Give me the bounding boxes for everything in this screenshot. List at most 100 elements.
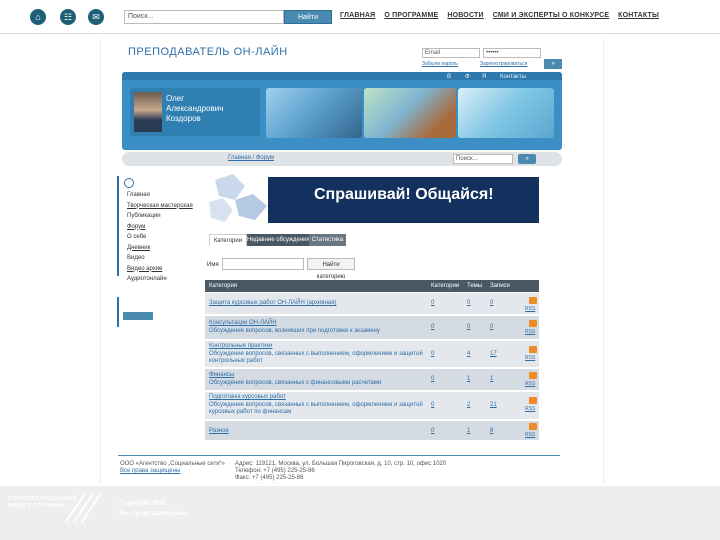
row-title[interactable]: Подготовка курсовых работ bbox=[209, 394, 286, 400]
header-topics: Темы bbox=[467, 283, 483, 289]
copyright-line-2: Все права защищены bbox=[119, 509, 187, 517]
row-title[interactable]: Разное bbox=[209, 428, 229, 434]
mail-icon[interactable]: ✉ bbox=[88, 9, 104, 25]
sidebar-item-video-archive[interactable]: Видео архив bbox=[127, 264, 193, 275]
footer-divider bbox=[118, 455, 560, 456]
login-password-field[interactable]: •••••• bbox=[483, 48, 541, 58]
row-topics[interactable]: 0 bbox=[467, 300, 470, 306]
login-button[interactable]: » bbox=[544, 59, 562, 69]
rss-link[interactable]: RSS bbox=[525, 306, 535, 312]
nav-media[interactable]: СМИ И ЭКСПЕРТЫ О КОНКУРСЕ bbox=[493, 12, 610, 19]
sitemap-icon[interactable]: ☷ bbox=[60, 9, 76, 25]
row-posts[interactable]: 17 bbox=[490, 351, 497, 357]
top-bar: ⌂ ☷ ✉ Поиск... Найти ГЛАВНАЯ О ПРОГРАММЕ… bbox=[0, 0, 720, 34]
avatar bbox=[134, 92, 162, 132]
rss-link[interactable]: RSS bbox=[525, 329, 535, 335]
category-search-input[interactable] bbox=[222, 258, 304, 270]
sidebar-item-video[interactable]: Видео bbox=[127, 253, 193, 264]
site-search-button[interactable]: » bbox=[518, 154, 536, 164]
row-posts[interactable]: 0 bbox=[490, 300, 493, 306]
footer-right: Адрес: 119121, Москва, ул. Большая Пирог… bbox=[235, 461, 446, 482]
rss-link[interactable]: RSS bbox=[525, 432, 535, 438]
category-search-label: Имя bbox=[207, 262, 219, 268]
row-posts[interactable]: 0 bbox=[490, 324, 493, 330]
profile-patronymic: Александрович bbox=[166, 104, 224, 113]
sidebar-widget-bar bbox=[123, 312, 153, 320]
row-cats[interactable]: 0 bbox=[431, 300, 434, 306]
footer-fax: Факс: +7 (495) 225-25-86 bbox=[235, 475, 304, 481]
category-search-button[interactable]: Найти категорию bbox=[307, 258, 355, 280]
rss-icon[interactable] bbox=[529, 397, 537, 404]
sidebar-item-home[interactable]: Главная bbox=[127, 190, 193, 201]
row-cats[interactable]: 0 bbox=[431, 402, 434, 408]
row-cats[interactable]: 0 bbox=[431, 428, 434, 434]
sidebar-item-forum[interactable]: Форум bbox=[127, 222, 193, 233]
sidebar-item-publications[interactable]: Публикации bbox=[127, 211, 193, 222]
top-search-input[interactable]: Поиск... bbox=[124, 10, 284, 24]
tab-recent[interactable]: Недавние обсуждения bbox=[247, 234, 310, 246]
banner-link-3[interactable]: Я bbox=[482, 74, 486, 80]
row-title[interactable]: Контрольные практики bbox=[209, 343, 272, 349]
puzzle-graphic bbox=[209, 174, 267, 222]
row-title[interactable]: Консультации ОН-ЛАЙН bbox=[209, 320, 277, 326]
copyright: Copyright 2010 Все права защищены bbox=[119, 498, 187, 518]
row-cats[interactable]: 0 bbox=[431, 376, 434, 382]
sidebar-item-audio[interactable]: Аудиотонлайн bbox=[127, 274, 193, 285]
tab-stats[interactable]: Статистика bbox=[309, 234, 346, 246]
row-title[interactable]: Защита курсовых работ ОН-ЛАЙН (архивная) bbox=[209, 300, 337, 306]
tab-categories[interactable]: Категории bbox=[209, 234, 247, 246]
rss-icon[interactable] bbox=[529, 320, 537, 327]
rss-link[interactable]: RSS bbox=[525, 406, 535, 412]
row-topics[interactable]: 0 bbox=[467, 324, 470, 330]
row-topics[interactable]: 1 bbox=[467, 428, 470, 434]
sidebar-item-workshop[interactable]: Творческая мастерская bbox=[127, 201, 193, 212]
register-link[interactable]: Зарегистрироваться bbox=[480, 61, 527, 67]
row-topics[interactable]: 1 bbox=[467, 376, 470, 382]
banner-link-contacts[interactable]: Контакты bbox=[500, 74, 526, 80]
rss-icon[interactable] bbox=[529, 372, 537, 379]
row-posts[interactable]: 21 bbox=[490, 402, 497, 408]
rss-icon[interactable] bbox=[529, 423, 537, 430]
hero-text: Спрашивай! Общайся! bbox=[314, 186, 494, 203]
sidebar-item-about[interactable]: О себе bbox=[127, 232, 193, 243]
top-search-button[interactable]: Найти bbox=[284, 10, 332, 24]
banner-link-1[interactable]: В bbox=[447, 74, 451, 80]
footer-rights[interactable]: Все права защищены bbox=[120, 468, 225, 475]
banner-link-2[interactable]: Ф bbox=[465, 74, 470, 80]
site-search-input[interactable]: Поиск... bbox=[453, 154, 513, 164]
nav-home[interactable]: ГЛАВНАЯ bbox=[340, 12, 375, 19]
profile-last-name: Коздоров bbox=[166, 114, 201, 123]
header-categories: Категории bbox=[431, 283, 460, 289]
rss-link[interactable]: RSS bbox=[525, 355, 535, 361]
microscope-photo bbox=[266, 88, 362, 138]
table-row: Финансы Обсуждение вопросов, связанных с… bbox=[205, 369, 539, 391]
nav-about[interactable]: О ПРОГРАММЕ bbox=[384, 12, 438, 19]
row-topics[interactable]: 2 bbox=[467, 402, 470, 408]
rss-icon[interactable] bbox=[529, 346, 537, 353]
row-topics[interactable]: 4 bbox=[467, 351, 470, 357]
table-row: Консультации ОН-ЛАЙН Обсуждение вопросов… bbox=[205, 316, 539, 340]
row-posts[interactable]: 1 bbox=[490, 376, 493, 382]
row-desc: Обсуждение вопросов, связанных с выполне… bbox=[209, 402, 423, 415]
nav-news[interactable]: НОВОСТИ bbox=[447, 12, 483, 19]
forgot-password-link[interactable]: Забыли пароль bbox=[422, 61, 458, 67]
rss-link[interactable]: RSS bbox=[525, 381, 535, 387]
home-icon[interactable]: ⌂ bbox=[30, 9, 46, 25]
footer-company: ООО «Агентство „Социальные сети“» bbox=[120, 461, 225, 467]
copyright-line-1: Copyright 2010 bbox=[119, 499, 166, 507]
breadcrumb[interactable]: Главная / Форум bbox=[228, 155, 274, 161]
row-cats[interactable]: 0 bbox=[431, 351, 434, 357]
top-nav: ГЛАВНАЯ О ПРОГРАММЕ НОВОСТИ СМИ И ЭКСПЕР… bbox=[340, 12, 666, 19]
header-category: Категория bbox=[209, 283, 238, 289]
rss-icon[interactable] bbox=[529, 297, 537, 304]
row-posts[interactable]: 8 bbox=[490, 428, 493, 434]
lab-flask-photo bbox=[458, 88, 554, 138]
table-row: Подготовка курсовых работ Обсуждение воп… bbox=[205, 392, 539, 420]
row-title[interactable]: Финансы bbox=[209, 372, 234, 378]
site-title: ПРЕПОДАВАТЕЛЬ ОН-ЛАЙН bbox=[128, 46, 288, 58]
sidebar-item-diary[interactable]: Дневник bbox=[127, 243, 193, 254]
nav-contacts[interactable]: КОНТАКТЫ bbox=[618, 12, 659, 19]
row-cats[interactable]: 0 bbox=[431, 324, 434, 330]
login-email-field[interactable]: Email bbox=[422, 48, 480, 58]
footer-phone: Телефон: +7 (495) 225-25-86 bbox=[235, 468, 315, 474]
